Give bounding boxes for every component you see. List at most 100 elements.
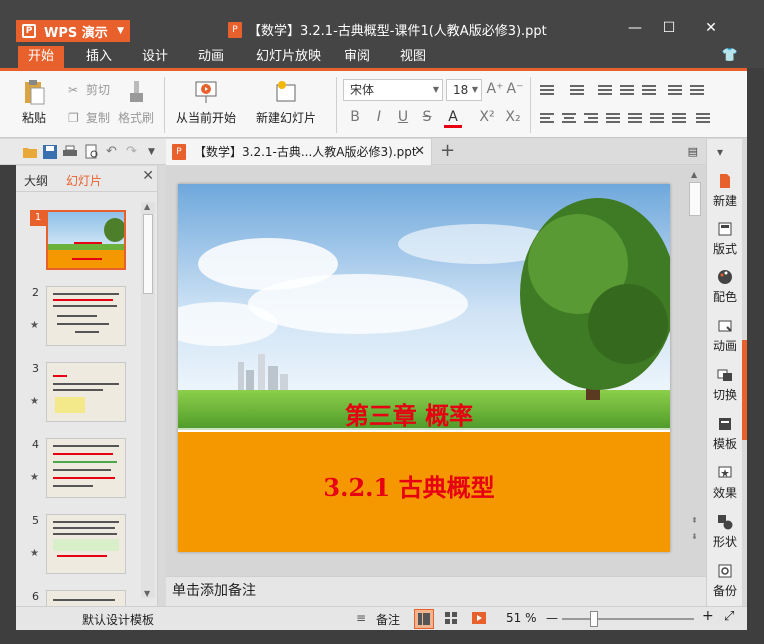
scroll-up-icon[interactable]: ▲ — [144, 202, 150, 211]
subscript-button[interactable]: X₂ — [504, 109, 522, 125]
pane-menu-icon[interactable]: ▾ — [717, 145, 723, 159]
zoom-level[interactable]: 51 % — [506, 611, 537, 625]
print-icon[interactable] — [62, 144, 78, 160]
zoom-slider-handle[interactable] — [590, 611, 598, 627]
new-tab-button[interactable]: + — [440, 139, 455, 163]
print-preview-icon[interactable] — [84, 144, 100, 160]
font-name-select[interactable]: 宋体 ▼ — [343, 79, 443, 101]
align-right-icon[interactable] — [584, 113, 598, 125]
tab-slides[interactable]: 幻灯片 — [66, 172, 102, 189]
slide-subtitle[interactable]: 3.2.1 古典概型 — [178, 468, 640, 503]
tab-animation[interactable]: 动画 — [188, 46, 234, 68]
font-size-select[interactable]: 18 ▼ — [446, 79, 482, 101]
document-tab[interactable]: P 【数学】3.2.1-古典...人教A版必修3).ppt ✕ — [166, 139, 432, 165]
task-shapes[interactable]: 形状 — [707, 514, 743, 550]
undo-icon[interactable]: ↶ — [106, 144, 122, 160]
fit-window-icon[interactable]: ⤢ — [724, 609, 734, 624]
align-left-icon[interactable] — [540, 113, 554, 125]
strikethrough-button[interactable]: S — [418, 109, 436, 125]
format-painter-button[interactable]: 格式刷 — [118, 79, 154, 126]
decrease-indent-icon[interactable] — [598, 85, 612, 97]
numbered-list-icon[interactable] — [570, 85, 584, 97]
increase-indent-icon[interactable] — [620, 85, 634, 97]
bullet-list-icon[interactable] — [540, 85, 554, 97]
slide-thumbnail[interactable] — [46, 362, 126, 422]
tab-design[interactable]: 设计 — [132, 46, 178, 68]
next-slide-icon[interactable]: ⇟ — [691, 532, 698, 541]
close-panel-icon[interactable]: ✕ — [142, 168, 154, 184]
tab-outline[interactable]: 大纲 — [24, 172, 48, 189]
task-backup[interactable]: 备份 — [707, 563, 743, 599]
slide-thumbnail-row[interactable]: 6 — [16, 590, 142, 606]
slide-thumbnail-row[interactable]: 4 ★ — [16, 438, 142, 506]
open-folder-icon[interactable] — [22, 144, 38, 160]
tab-slideshow[interactable]: 幻灯片放映 — [246, 46, 331, 68]
copy-button[interactable]: ❐ 复制 — [68, 109, 110, 126]
distribute-icon[interactable] — [628, 113, 642, 125]
task-transition[interactable]: 切换 — [707, 367, 743, 403]
line-spacing-icon[interactable] — [642, 85, 656, 97]
maximize-button[interactable]: ☐ — [658, 18, 680, 38]
paragraph-spacing-icon[interactable] — [650, 113, 664, 125]
tab-insert[interactable]: 插入 — [76, 46, 122, 68]
align-center-icon[interactable] — [562, 113, 576, 125]
design-template-label[interactable]: 默认设计模板 — [82, 611, 154, 628]
font-color-button[interactable]: A — [444, 109, 462, 128]
underline-button[interactable]: U — [394, 109, 412, 125]
zoom-out-button[interactable]: — — [546, 611, 558, 625]
slide-thumbnail-row[interactable]: 3 ★ — [16, 362, 142, 430]
cut-button[interactable]: ✂ 剪切 — [68, 81, 110, 98]
tab-view[interactable]: 视图 — [390, 46, 436, 68]
justify-icon[interactable] — [606, 113, 620, 125]
slide-thumbnail-row[interactable]: 5 ★ — [16, 514, 142, 582]
slide-thumbnail-row[interactable]: 2 ★ — [16, 286, 142, 354]
slide-thumbnail[interactable] — [46, 590, 126, 606]
minimize-button[interactable]: — — [624, 18, 646, 38]
paste-button[interactable]: 粘贴 — [22, 79, 46, 126]
slide-thumbnail[interactable] — [46, 438, 126, 498]
task-animation[interactable]: 动画 — [707, 318, 743, 354]
task-layout[interactable]: 版式 — [707, 221, 743, 257]
text-direction-icon[interactable] — [690, 85, 704, 97]
slide-thumbnail[interactable] — [46, 210, 126, 270]
slide-thumbnail-row[interactable]: 1 — [16, 210, 142, 278]
save-icon[interactable] — [42, 144, 58, 160]
normal-view-button[interactable] — [414, 609, 434, 629]
task-effects[interactable]: 效果 — [707, 465, 743, 501]
slide-thumbnail[interactable] — [46, 286, 126, 346]
play-from-current-button[interactable]: 从当前开始 — [176, 79, 236, 126]
task-new[interactable]: 新建 — [707, 173, 743, 209]
columns-icon[interactable] — [668, 85, 682, 97]
grow-font-button[interactable]: A⁺ — [486, 81, 504, 97]
tab-review[interactable]: 审阅 — [334, 46, 380, 68]
wps-menu-button[interactable]: P WPS 演示 ▼ — [16, 20, 130, 42]
redo-icon[interactable]: ↷ — [126, 144, 142, 160]
scroll-down-icon[interactable]: ▼ — [144, 589, 150, 598]
close-tab-icon[interactable]: ✕ — [414, 139, 425, 165]
panel-scrollbar[interactable]: ▲ ▼ — [141, 202, 155, 598]
slide-sorter-button[interactable] — [442, 609, 462, 629]
current-slide[interactable]: 第三章 概率 3.2.1 古典概型 — [178, 184, 670, 552]
slide-thumbnail[interactable] — [46, 514, 126, 574]
task-template[interactable]: 模板 — [707, 416, 743, 452]
scroll-up-icon[interactable]: ▲ — [691, 170, 697, 179]
pane-toggle-handle[interactable] — [742, 340, 747, 440]
task-color-scheme[interactable]: 配色 — [707, 269, 743, 305]
bold-button[interactable]: B — [346, 109, 364, 125]
notes-toggle[interactable]: 备注 — [376, 611, 400, 628]
notes-pane[interactable]: 单击添加备注 — [166, 576, 706, 606]
close-window-button[interactable]: ✕ — [700, 18, 722, 38]
scrollbar-thumb[interactable] — [143, 214, 153, 294]
text-box-icon[interactable] — [696, 113, 710, 125]
new-slide-button[interactable]: 新建幻灯片 — [256, 79, 316, 126]
slide-scrollbar[interactable]: ▲ ⇞ ⇟ — [688, 170, 702, 556]
chevron-down-icon[interactable]: ▼ — [148, 147, 164, 163]
previous-slide-icon[interactable]: ⇞ — [691, 516, 698, 525]
zoom-in-button[interactable]: + — [702, 608, 714, 624]
shrink-font-button[interactable]: A⁻ — [506, 81, 524, 97]
scrollbar-thumb[interactable] — [689, 182, 701, 216]
skin-icon[interactable]: 👕 — [722, 48, 738, 63]
slideshow-button[interactable] — [470, 609, 490, 629]
italic-button[interactable]: I — [370, 109, 388, 125]
superscript-button[interactable]: X² — [478, 109, 496, 125]
